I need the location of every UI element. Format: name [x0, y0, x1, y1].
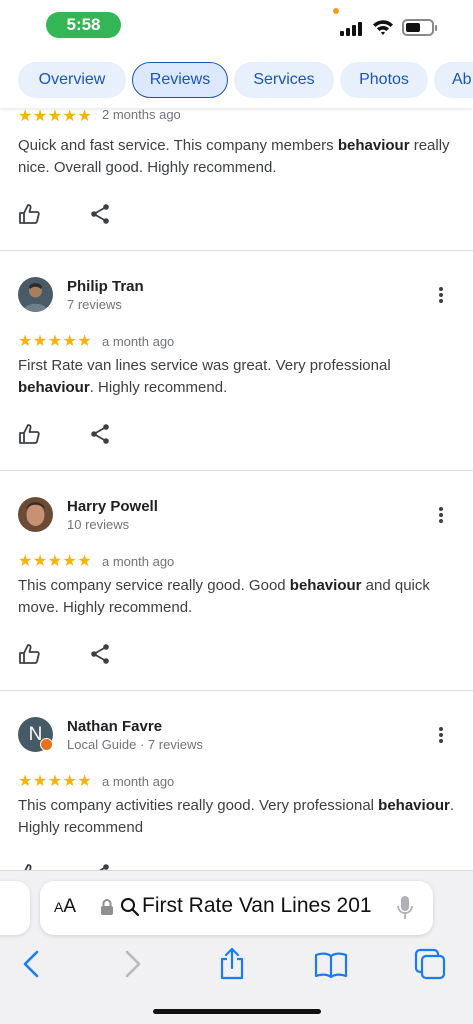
- tab-about[interactable]: Ab: [434, 62, 473, 98]
- tab-services[interactable]: Services: [234, 62, 334, 98]
- review-date: a month ago: [102, 554, 175, 569]
- share-icon[interactable]: [89, 423, 111, 445]
- wifi-icon: [373, 20, 393, 35]
- local-guide-badge-icon: [40, 738, 53, 751]
- back-icon[interactable]: [14, 947, 48, 981]
- tab-photos[interactable]: Photos: [340, 62, 428, 98]
- cellular-signal-icon: [340, 22, 364, 36]
- share-icon[interactable]: [89, 863, 111, 870]
- forward-icon[interactable]: [116, 947, 150, 981]
- place-tabs: Overview Reviews Services Photos Ab: [0, 50, 473, 108]
- reviewer-meta: 10 reviews: [67, 517, 130, 532]
- share-icon[interactable]: [89, 643, 111, 665]
- reviewer-meta: Local Guide · 7 reviews: [67, 737, 203, 752]
- status-bar: 5:58: [0, 0, 473, 50]
- avatar[interactable]: [18, 277, 53, 312]
- more-options-icon[interactable]: [432, 504, 450, 526]
- review-text: This company activities really good. Ver…: [18, 797, 455, 836]
- url-field[interactable]: First Rate Van Lines 201: [142, 894, 382, 918]
- thumbs-up-icon[interactable]: [18, 203, 40, 225]
- tabs-icon[interactable]: [413, 947, 447, 981]
- review-date: a month ago: [102, 774, 175, 789]
- share-sheet-icon[interactable]: [215, 947, 249, 981]
- review-text: This company service really good. Good b…: [18, 577, 430, 616]
- reviews-list: ★★★★★ 2 months ago Quick and fast servic…: [0, 108, 473, 870]
- star-rating: ★★★★★: [18, 773, 93, 790]
- review-text: First Rate van lines service was great. …: [18, 357, 391, 396]
- search-icon: [121, 898, 140, 917]
- review-text: Quick and fast service. This company mem…: [18, 137, 450, 176]
- browser-bottom-bar: AA First Rate Van Lines 201: [0, 870, 473, 1024]
- star-rating: ★★★★★: [18, 553, 93, 570]
- microphone-icon[interactable]: [396, 895, 414, 921]
- previous-tab-address-bar[interactable]: [0, 881, 30, 935]
- reviewer-name[interactable]: Nathan Favre: [67, 718, 162, 735]
- privacy-indicator-dot: [333, 8, 339, 14]
- reviewer-name[interactable]: Philip Tran: [67, 278, 144, 295]
- battery-icon: [402, 19, 437, 36]
- divider: [0, 250, 473, 251]
- avatar[interactable]: [18, 497, 53, 532]
- divider: [0, 690, 473, 691]
- page-settings-button[interactable]: AA: [54, 896, 76, 918]
- share-icon[interactable]: [89, 203, 111, 225]
- tab-overview[interactable]: Overview: [18, 62, 126, 98]
- home-indicator: [153, 1009, 321, 1014]
- star-rating: ★★★★★: [18, 108, 93, 125]
- address-bar[interactable]: AA First Rate Van Lines 201: [40, 881, 433, 935]
- divider: [0, 470, 473, 471]
- lock-icon: [101, 899, 113, 915]
- thumbs-up-icon[interactable]: [18, 863, 40, 870]
- more-options-icon[interactable]: [432, 284, 450, 306]
- bookmarks-icon[interactable]: [314, 947, 348, 981]
- status-time: 5:58: [46, 12, 121, 38]
- thumbs-up-icon[interactable]: [18, 643, 40, 665]
- thumbs-up-icon[interactable]: [18, 423, 40, 445]
- review-date: a month ago: [102, 334, 175, 349]
- more-options-icon[interactable]: [432, 724, 450, 746]
- avatar[interactable]: N: [18, 717, 53, 752]
- review-date: 2 months ago: [102, 108, 181, 122]
- reviewer-meta: 7 reviews: [67, 297, 122, 312]
- reviewer-name[interactable]: Harry Powell: [67, 498, 158, 515]
- tab-reviews[interactable]: Reviews: [132, 62, 228, 98]
- star-rating: ★★★★★: [18, 333, 93, 350]
